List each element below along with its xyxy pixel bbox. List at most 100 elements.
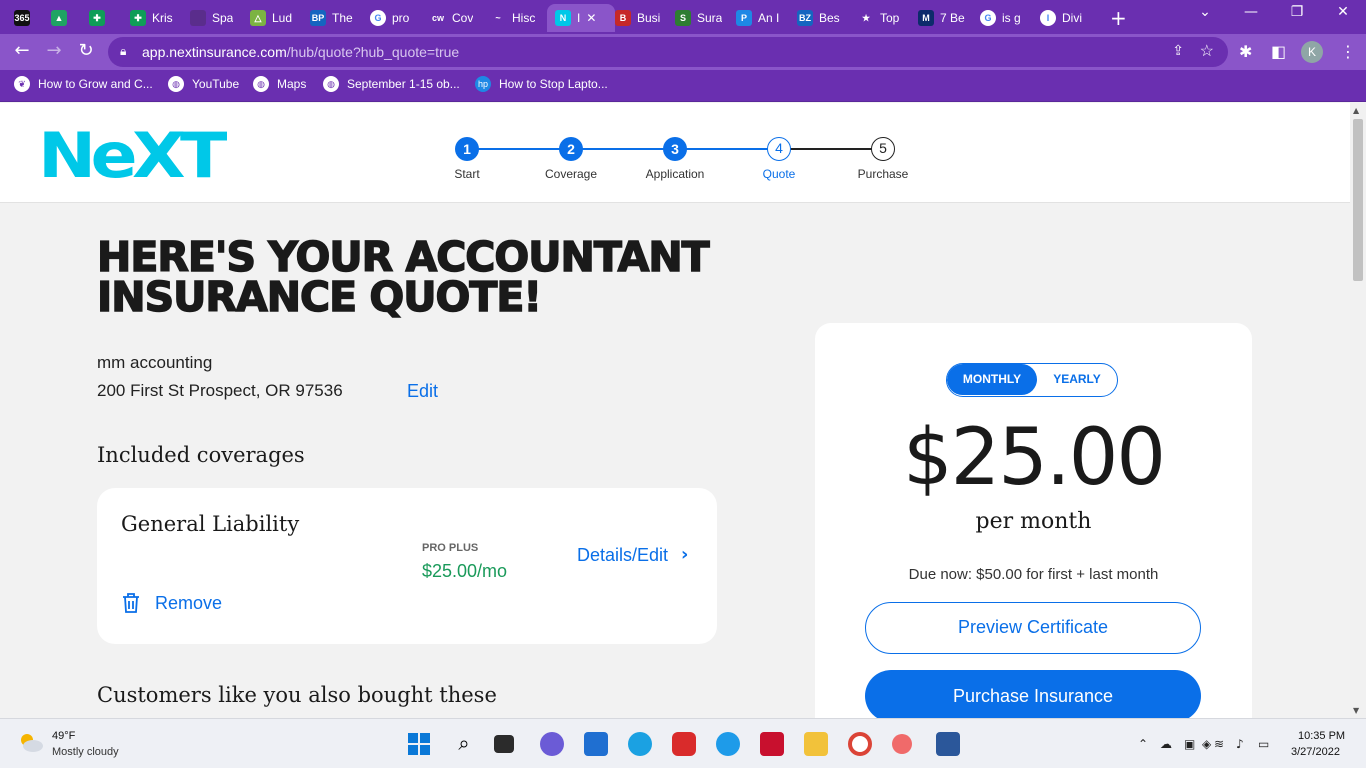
tab-search-icon[interactable]: ⌄ [1182, 4, 1228, 20]
browser-tab[interactable]: Spa [190, 4, 246, 32]
browser-tab[interactable]: ▲ [51, 4, 85, 32]
remove-coverage-button[interactable]: Remove [121, 592, 222, 614]
clock-time[interactable]: 10:35 PM [1298, 730, 1345, 742]
step-quote: 4 Quote [729, 137, 829, 181]
tray-overflow-icon[interactable]: ⌃ [1138, 737, 1148, 751]
price-amount: $25.00 [903, 413, 1166, 503]
weather-description[interactable]: Mostly cloudy [52, 746, 119, 758]
volume-icon[interactable]: ♪ [1236, 737, 1244, 751]
scroll-up-icon[interactable]: ▲ [1353, 106, 1359, 115]
page-scrollbar[interactable]: ▲ ▼ [1350, 103, 1366, 718]
next-logo[interactable]: NeXT [38, 119, 227, 192]
share-icon[interactable]: ⇪ [1172, 42, 1184, 59]
task-view-icon[interactable] [494, 735, 514, 753]
tray-app-icon[interactable]: ▣ [1184, 737, 1195, 751]
back-icon[interactable]: ← [10, 40, 34, 61]
browser-tab[interactable]: S Sura [675, 4, 732, 32]
browser-tab[interactable]: M 7 Be [918, 4, 976, 32]
yearly-toggle[interactable]: YEARLY [1037, 364, 1117, 395]
browser-tab[interactable]: ✚ Kris [130, 4, 186, 32]
hp-icon: hp [475, 76, 491, 92]
chrome-icon[interactable] [848, 732, 872, 756]
due-now-text: Due now: $50.00 for first + last month [908, 566, 1159, 583]
coverage-price: $25.00/mo [422, 561, 508, 581]
step-label: Application [645, 167, 705, 181]
help-icon[interactable] [716, 732, 740, 756]
profile-avatar[interactable]: K [1301, 41, 1323, 63]
edit-business-link[interactable]: Edit [407, 381, 438, 402]
paypal-icon: P [736, 10, 752, 26]
scroll-down-icon[interactable]: ▼ [1353, 706, 1359, 715]
windows-start-icon[interactable] [407, 732, 431, 756]
scrollbar-thumb[interactable] [1353, 119, 1363, 281]
edge-icon[interactable] [628, 732, 652, 756]
bookmark-maps[interactable]: ◍ Maps [253, 76, 306, 92]
bookmark-youtube[interactable]: ◍ YouTube [168, 76, 239, 92]
browser-tab[interactable]: 365 [14, 4, 47, 32]
new-tab-button[interactable]: + [1110, 6, 1127, 30]
asana-icon[interactable] [892, 734, 912, 754]
bookmark-september[interactable]: ◍ September 1-15 ob... [323, 76, 460, 92]
details-edit-link[interactable]: Details/Edit [577, 545, 668, 566]
browser-tab[interactable]: B Busi [615, 4, 671, 32]
mcafee-icon[interactable] [760, 732, 784, 756]
browser-tab[interactable]: P An I [736, 4, 793, 32]
bookmark-star-icon[interactable]: ☆ [1200, 41, 1214, 61]
tab-title: Top [880, 11, 900, 25]
onedrive-icon[interactable]: ☁ [1160, 737, 1172, 751]
search-icon[interactable]: ⌕ [452, 732, 476, 756]
clock-date[interactable]: 3/27/2022 [1291, 746, 1340, 758]
close-window-button[interactable]: ✕ [1320, 4, 1366, 20]
extensions-icon[interactable]: ✱ [1239, 42, 1252, 61]
office-icon[interactable] [672, 732, 696, 756]
minimize-button[interactable]: — [1228, 4, 1274, 20]
purchase-insurance-button[interactable]: Purchase Insurance [865, 670, 1201, 718]
browser-tab[interactable]: BZ Bes [797, 4, 854, 32]
billing-toggle[interactable]: MONTHLY YEARLY [946, 363, 1118, 397]
wifi-icon[interactable]: ≋ [1214, 737, 1224, 751]
walker-icon: ★ [858, 10, 874, 26]
menu-icon[interactable]: ⋮ [1340, 42, 1356, 61]
bookmark-hp[interactable]: hp How to Stop Lapto... [475, 76, 608, 92]
file-explorer-icon[interactable] [804, 732, 828, 756]
store-icon[interactable] [584, 732, 608, 756]
preview-certificate-button[interactable]: Preview Certificate [865, 602, 1201, 654]
chat-icon[interactable] [540, 732, 564, 756]
coverage-tier: PRO PLUS [422, 542, 479, 554]
browser-tab[interactable]: ✚ [89, 4, 126, 32]
google-icon: G [980, 10, 996, 26]
weather-cloud-icon[interactable] [18, 731, 44, 753]
sheets-icon: ✚ [89, 10, 105, 26]
browser-tab[interactable]: Gis g [980, 4, 1036, 32]
trash-icon [123, 593, 139, 613]
forward-icon[interactable]: → [42, 40, 66, 61]
browser-tab[interactable]: ★ Top [858, 4, 914, 32]
dropbox-icon[interactable]: ◈ [1202, 737, 1211, 751]
chevron-right-icon[interactable]: › [681, 544, 688, 565]
monthly-toggle[interactable]: MONTHLY [947, 364, 1037, 395]
word-icon[interactable] [936, 732, 960, 756]
step-number: 4 [767, 137, 791, 161]
browser-tab[interactable]: cw Cov [430, 4, 486, 32]
browser-tab[interactable]: ~ Hisc [490, 4, 549, 32]
battery-icon[interactable]: ▭ [1258, 737, 1269, 751]
maximize-button[interactable]: ❐ [1274, 4, 1320, 20]
side-panel-icon[interactable]: ◧ [1271, 42, 1286, 61]
address-bar[interactable]: 🔒︎ app.nextinsurance.com/hub/quote?hub_q… [108, 37, 1228, 67]
step-label: Start [454, 167, 480, 181]
tab-title: pro [392, 11, 410, 25]
reload-icon[interactable]: ↻ [74, 40, 98, 61]
browser-tab[interactable]: N I ✕ [547, 4, 615, 32]
hiscox-icon: ~ [490, 10, 506, 26]
tab-title: Sura [697, 11, 723, 25]
bookmark-grow[interactable]: ❦ How to Grow and C... [14, 76, 153, 92]
browser-tab[interactable]: I Divi [1040, 4, 1096, 32]
browser-tab[interactable]: Gpro [370, 4, 426, 32]
tab-title: Divi [1062, 11, 1082, 25]
business-address: 200 First St Prospect, OR 97536 [97, 381, 343, 400]
browser-tab[interactable]: △ Lud [250, 4, 306, 32]
weather-temperature[interactable]: 49°F [52, 730, 75, 742]
page-title: HERE'S YOUR ACCOUNTANT INSURANCE QUOTE! [96, 236, 710, 319]
close-tab-icon[interactable]: ✕ [586, 11, 596, 25]
browser-tab[interactable]: BP The [310, 4, 366, 32]
